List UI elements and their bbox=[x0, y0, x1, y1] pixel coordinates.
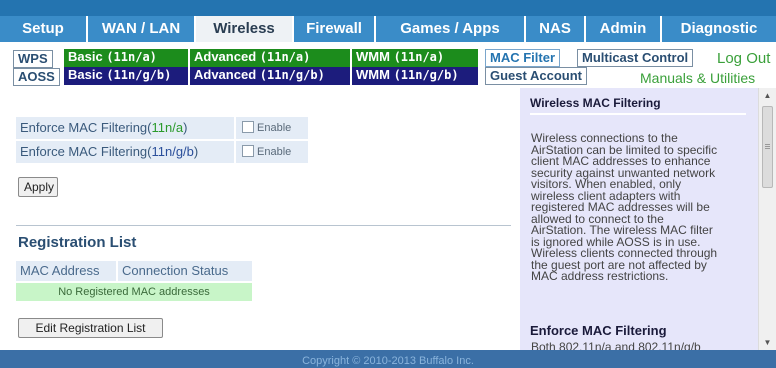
subnav-wmm-band: (11n/a) bbox=[393, 50, 445, 64]
column-header-mac-address: MAC Address bbox=[16, 261, 116, 281]
column-header-connection-status: Connection Status bbox=[118, 261, 252, 281]
tab-wan-lan[interactable]: WAN / LAN bbox=[88, 16, 194, 42]
enforce-mac-11na-checkbox-cell[interactable]: Enable bbox=[236, 117, 308, 139]
manuals-utilities-link[interactable]: Manuals & Utilities bbox=[640, 70, 755, 86]
tab-setup[interactable]: Setup bbox=[0, 16, 86, 42]
enforce-mac-11ngb-label: Enforce MAC Filtering(11n/g/b) bbox=[16, 141, 234, 163]
subnav-wmm-label: WMM bbox=[356, 49, 390, 64]
grip-line bbox=[765, 144, 770, 145]
help-section2-text: Both 802.11n/a and 802.11n/g/b bbox=[531, 340, 701, 350]
enable-checkbox[interactable] bbox=[242, 145, 254, 158]
logout-link[interactable]: Log Out bbox=[717, 50, 770, 67]
empty-registration-message: No Registered MAC addresses bbox=[16, 283, 252, 301]
enable-checkbox[interactable] bbox=[242, 121, 254, 134]
help-section2-title: Enforce MAC Filtering bbox=[530, 323, 667, 338]
subnav-wmm-11na[interactable]: WMM (11n/a) bbox=[352, 49, 478, 67]
subnav-advanced-band: (11n/a) bbox=[259, 50, 311, 64]
subnav-wps[interactable]: WPS bbox=[13, 50, 53, 68]
subnav-aoss[interactable]: AOSS bbox=[13, 68, 60, 86]
grip-line bbox=[765, 146, 770, 147]
subnav-basic-band: (11n/g/b) bbox=[106, 68, 172, 82]
tab-firewall[interactable]: Firewall bbox=[294, 16, 374, 42]
subnav-wmm-band: (11n/g/b) bbox=[393, 68, 459, 82]
tab-diagnostic[interactable]: Diagnostic bbox=[662, 16, 776, 42]
help-scrollbar[interactable]: ▲ ▼ bbox=[758, 88, 776, 350]
subnav-basic-11ngb[interactable]: Basic (11n/g/b) bbox=[64, 67, 188, 85]
scroll-up-arrow-icon[interactable]: ▲ bbox=[759, 88, 776, 103]
subnav-wmm-label: WMM bbox=[356, 67, 390, 82]
help-body: Wireless connections to the AirStation c… bbox=[531, 132, 747, 283]
sub-navigation: WPS AOSS Basic (11n/a) Basic (11n/g/b) A… bbox=[0, 42, 776, 88]
subnav-advanced-label: Advanced bbox=[194, 49, 257, 64]
enforce-mac-11na-label: Enforce MAC Filtering(11n/a) bbox=[16, 117, 234, 139]
subnav-mac-filter[interactable]: MAC Filter bbox=[485, 49, 560, 67]
main-content: Enforce MAC Filtering(11n/a) Enable Enfo… bbox=[0, 88, 520, 350]
subnav-basic-band: (11n/a) bbox=[106, 50, 157, 64]
help-title-underline bbox=[530, 113, 746, 115]
footer: Copyright © 2010-2013 Buffalo Inc. bbox=[0, 350, 776, 368]
copyright-text: Copyright © 2010-2013 Buffalo Inc. bbox=[302, 355, 474, 367]
help-body-line: MAC address restrictions. bbox=[531, 269, 669, 283]
registration-list-title: Registration List bbox=[18, 234, 137, 251]
subnav-advanced-label: Advanced bbox=[194, 67, 257, 82]
subnav-wmm-11ngb[interactable]: WMM (11n/g/b) bbox=[352, 67, 478, 85]
scroll-down-arrow-icon[interactable]: ▼ bbox=[759, 335, 776, 350]
subnav-advanced-band: (11n/g/b) bbox=[259, 68, 325, 82]
tab-nas[interactable]: NAS bbox=[526, 16, 584, 42]
subnav-basic-label: Basic bbox=[68, 67, 103, 82]
subnav-basic-label: Basic bbox=[68, 49, 103, 64]
scrollbar-thumb[interactable] bbox=[762, 106, 773, 188]
subnav-multicast-control[interactable]: Multicast Control bbox=[577, 49, 694, 67]
tab-wireless[interactable]: Wireless bbox=[196, 16, 292, 42]
section-divider bbox=[16, 225, 511, 226]
edit-registration-list-button[interactable]: Edit Registration List bbox=[18, 318, 163, 338]
subnav-basic-11na[interactable]: Basic (11n/a) bbox=[64, 49, 188, 67]
tab-games-apps[interactable]: Games / Apps bbox=[376, 16, 524, 42]
grip-line bbox=[765, 148, 770, 149]
subnav-advanced-11na[interactable]: Advanced (11n/a) bbox=[190, 49, 350, 67]
subnav-advanced-11ngb[interactable]: Advanced (11n/g/b) bbox=[190, 67, 350, 85]
subnav-guest-account[interactable]: Guest Account bbox=[485, 67, 587, 85]
tab-admin[interactable]: Admin bbox=[586, 16, 660, 42]
help-title: Wireless MAC Filtering bbox=[530, 96, 661, 110]
top-navigation: Setup WAN / LAN Wireless Firewall Games … bbox=[0, 0, 776, 42]
enforce-mac-11ngb-checkbox-cell[interactable]: Enable bbox=[236, 141, 308, 163]
help-panel: Wireless MAC Filtering Wireless connecti… bbox=[520, 88, 758, 350]
apply-button[interactable]: Apply bbox=[18, 177, 58, 197]
